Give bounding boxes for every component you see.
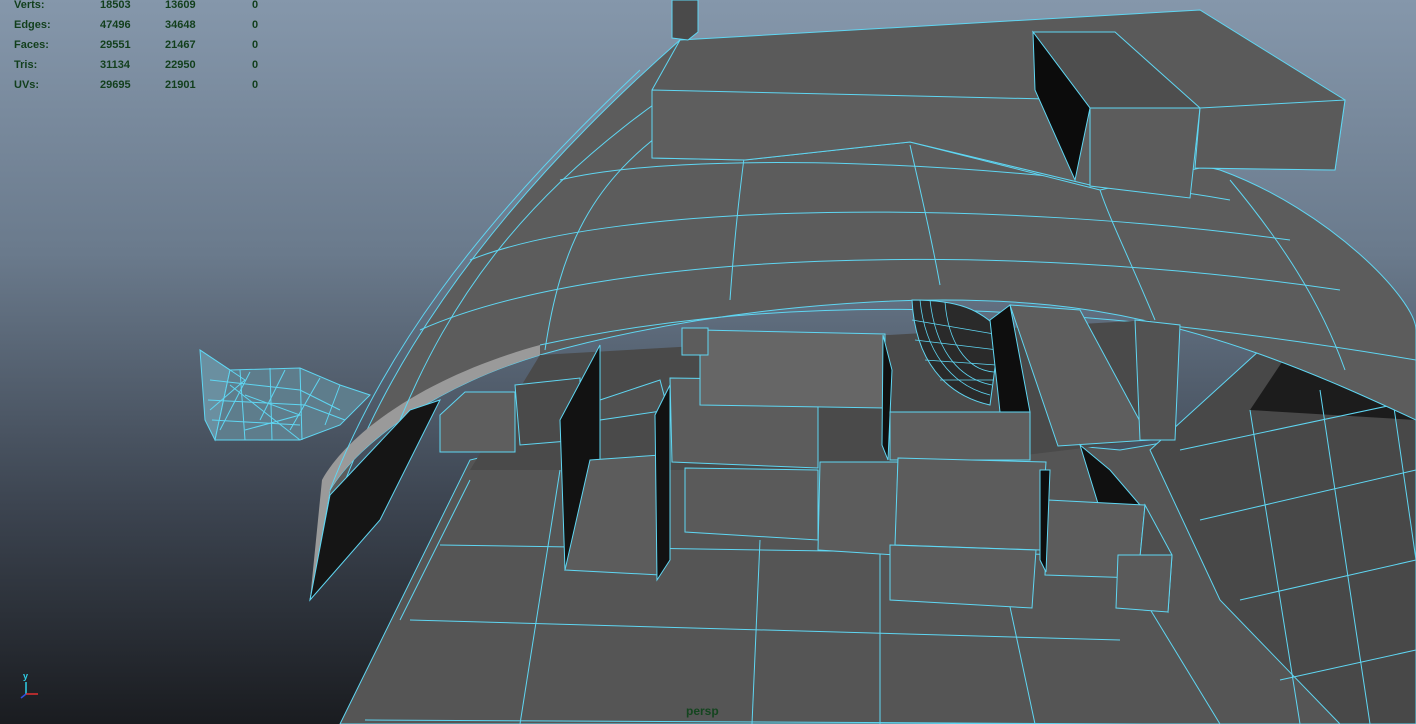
wireframe-object[interactable]: [199, 349, 371, 442]
hud-value: 22950: [165, 59, 196, 71]
hud-value: 21467: [165, 39, 196, 51]
hud-value: 47496: [100, 19, 131, 31]
hud-value: 21901: [165, 79, 196, 91]
hud-label: UVs:: [14, 79, 40, 91]
hud-value: 18503: [100, 0, 131, 11]
hud-value: 0: [252, 19, 259, 31]
hud-value: 0: [252, 0, 259, 11]
hud-value: 34648: [165, 19, 196, 31]
axis-y-label: y: [23, 671, 29, 681]
axis-gizmo: y: [16, 671, 46, 700]
top-box-right-front: [1089, 107, 1201, 199]
hud-label: Faces:: [14, 39, 49, 51]
hud-label: Tris:: [14, 59, 38, 71]
hud-value: 0: [252, 59, 259, 71]
hud-value: 29551: [100, 39, 131, 51]
hud-label: Verts:: [14, 0, 45, 11]
hud-value: 0: [252, 79, 259, 91]
scene-geometry[interactable]: [0, 0, 1416, 724]
hud-value: 31134: [100, 59, 130, 71]
hud-value: 13609: [165, 0, 196, 11]
hud-label: Edges:: [14, 19, 51, 31]
top-box-far-right: [1194, 99, 1346, 171]
camera-name-label: persp: [686, 704, 719, 718]
hud-value: 0: [252, 39, 259, 51]
top-pillar: [671, 0, 699, 41]
hud-value: 29695: [100, 79, 131, 91]
viewport-persp[interactable]: Verts: 18503 13609 0 Edges: 47496 34648 …: [0, 0, 1416, 724]
axis-gizmo-icon: [20, 682, 38, 699]
